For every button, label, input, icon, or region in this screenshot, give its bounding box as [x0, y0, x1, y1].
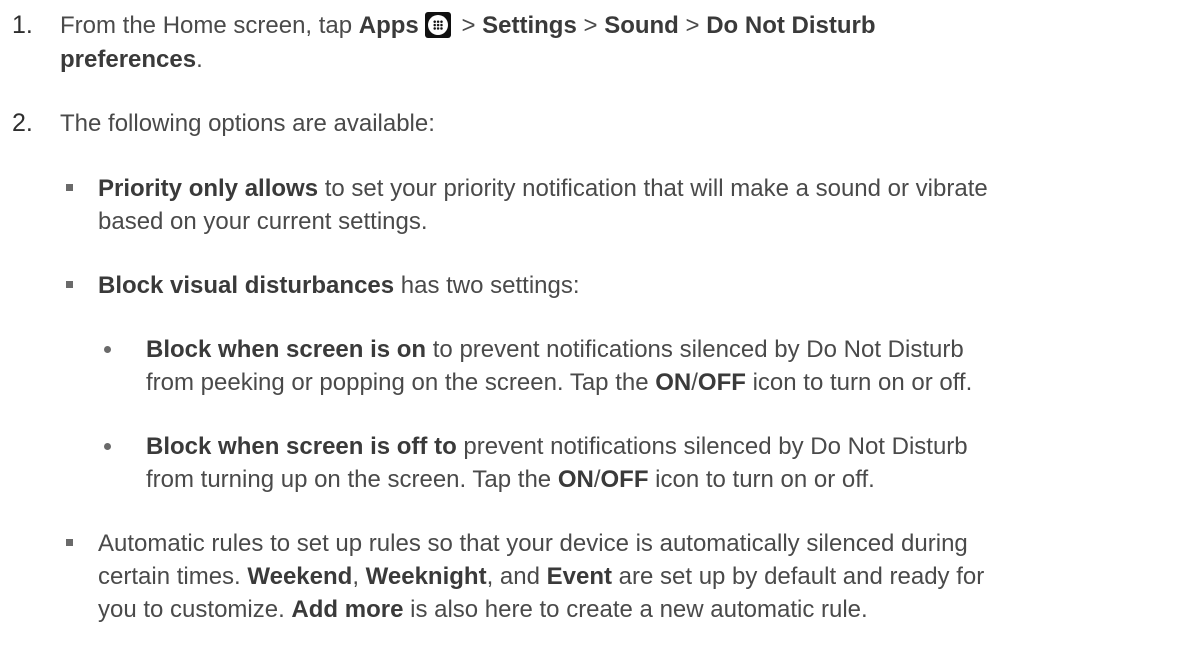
step-text: From the Home screen, tap — [60, 12, 359, 39]
square-bullet-icon — [66, 184, 73, 191]
apps-label: Apps — [358, 12, 419, 39]
screen-off-label: Block when screen is off to — [146, 433, 457, 460]
step-1-text: From the Home screen, tap Apps > Setting… — [60, 12, 876, 39]
weeknight-label: Weeknight — [365, 563, 487, 590]
square-bullet-icon — [66, 281, 73, 288]
apps-grid-icon — [424, 12, 451, 38]
preferences-label: preferences — [60, 46, 197, 73]
round-bullet-icon — [104, 346, 111, 353]
auto-rules-item: Automatic rules to set up rules so that … — [98, 530, 968, 557]
screen-on-item: Block when screen is on to prevent notif… — [146, 336, 964, 363]
priority-item-cont: based on your current settings. — [98, 208, 428, 235]
sound-label: Sound — [604, 12, 679, 39]
on-label: ON — [655, 369, 692, 396]
step-number: 2. — [12, 109, 33, 137]
auto-rules-item-cont-2: you to customize. Add more is also here … — [98, 596, 868, 623]
add-more-label: Add more — [291, 596, 404, 623]
block-visual-label: Block visual disturbances — [98, 272, 395, 299]
screen-off-item: Block when screen is off to prevent noti… — [146, 433, 968, 460]
step-2-text: The following options are available: — [60, 110, 435, 137]
event-label: Event — [546, 563, 612, 590]
off-label: OFF — [697, 369, 746, 396]
square-bullet-icon — [66, 539, 73, 546]
step-number: 1. — [12, 11, 33, 39]
screen-off-item-cont: from turning up on the screen. Tap the O… — [146, 466, 875, 493]
dnd-label: Do Not Disturb — [706, 12, 876, 39]
priority-item: Priority only allows to set your priorit… — [98, 175, 988, 202]
off-label: OFF — [600, 466, 649, 493]
weekend-label: Weekend — [247, 563, 353, 590]
screen-on-item-cont: from peeking or popping on the screen. T… — [146, 369, 973, 396]
block-visual-item: Block visual disturbances has two settin… — [98, 272, 580, 299]
on-label: ON — [557, 466, 594, 493]
round-bullet-icon — [104, 443, 111, 450]
screen-on-label: Block when screen is on — [146, 336, 427, 363]
priority-label: Priority only allows — [98, 175, 319, 202]
auto-rules-item-cont: certain times. Weekend, Weeknight, and E… — [98, 563, 985, 590]
step-1-text-cont: preferences. — [60, 46, 203, 73]
settings-label: Settings — [482, 12, 577, 39]
